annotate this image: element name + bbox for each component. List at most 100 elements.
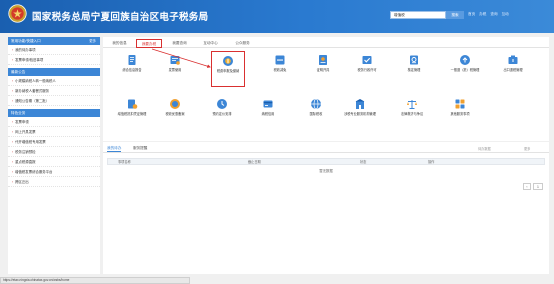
sidebar-section-title: 特色业务: [11, 111, 26, 115]
tile-invoice[interactable]: 发票使用: [158, 51, 192, 87]
tax-emblem-icon: [8, 4, 27, 23]
tile-label: 税收优惠备案: [165, 112, 185, 116]
service-tabs: 我的信息 我要办税 我要查询 互动中心 公众服务: [103, 37, 549, 48]
sidebar-item[interactable]: 跨区迁出: [8, 177, 100, 187]
sidebar-item[interactable]: 我的待办事项: [8, 45, 100, 55]
sidebar-item[interactable]: 通知公告期（第二批）: [8, 96, 100, 106]
column-header: 状态: [360, 160, 367, 164]
sidebar-item[interactable]: 代开增值税专用发票: [8, 137, 100, 147]
todo-tabs: 我的待办 服务提醒 待办数据 更多: [103, 142, 549, 153]
header-link-query[interactable]: 查询: [490, 12, 497, 17]
sidebar-section-header: 最新公告: [8, 68, 100, 76]
vat-deduction-icon: [128, 99, 138, 109]
tab-my-info[interactable]: 我的信息: [107, 39, 132, 48]
tile-label: 预约定价安排: [212, 112, 232, 116]
tile-tax-preference[interactable]: 税收优惠备案: [158, 95, 192, 131]
sidebar-item[interactable]: 税务注销预检: [8, 147, 100, 157]
international-icon: [311, 98, 321, 110]
service-panel: 我的信息 我要办税 我要查询 互动中心 公众服务 综合信息报告 发票使用 税费申…: [103, 37, 549, 141]
report-icon: [128, 55, 136, 65]
sidebar-item[interactable]: 新办纳税人套餐式服务: [8, 86, 100, 96]
more-link[interactable]: 更多: [524, 146, 530, 151]
tile-tax-reduction[interactable]: 税收减免: [263, 51, 297, 87]
tile-label: 涉税专业服务机构管理: [344, 112, 376, 116]
sidebar-item[interactable]: 重点税源直报: [8, 157, 100, 167]
sidebar-section-header: 常用功能/快捷入口 更多: [8, 37, 100, 45]
table-header: 事项名称 截止日期 状态 操作: [107, 158, 545, 165]
tax-preference-icon: [170, 99, 180, 109]
tile-label: 纳税信用: [261, 112, 275, 116]
search-button[interactable]: 搜索: [446, 11, 464, 19]
sidebar-section-header: 特色业务: [8, 109, 100, 117]
sidebar-item[interactable]: 小规模纳税人转一般纳税人: [8, 76, 100, 86]
sidebar-item[interactable]: 网上开具发票: [8, 127, 100, 137]
tile-label: 综合信息报告: [122, 68, 142, 72]
sidebar-section-title: 常用功能/快捷入口: [11, 39, 41, 43]
tile-verification[interactable]: 核定管理: [397, 51, 431, 87]
site-title: 国家税务总局宁夏回族自治区电子税务局: [32, 12, 209, 23]
tile-label: 国际税收: [309, 112, 323, 116]
header-nav: 首页 办税 查询 互动: [468, 12, 509, 17]
tile-report[interactable]: 综合信息报告: [115, 51, 149, 87]
invoice-icon: [170, 56, 180, 65]
tile-label: 税务行政许可: [357, 68, 377, 72]
tile-tax-filing[interactable]: 税费申报及缴纳: [211, 51, 245, 87]
refund-icon: [460, 55, 470, 65]
sidebar-item[interactable]: 增值税发票综合服务平台: [8, 167, 100, 177]
column-header: 事项名称: [118, 160, 131, 164]
verification-icon: [410, 55, 418, 65]
empty-state-text: 暂无数据: [319, 169, 333, 173]
tile-label: 证明开具: [316, 68, 330, 72]
column-header: 操作: [428, 160, 435, 164]
header-link-home[interactable]: 首页: [468, 12, 475, 17]
other-services-icon: [455, 99, 465, 109]
tile-agency[interactable]: 涉税专业服务机构管理: [343, 95, 377, 131]
tile-label: 其他服务事项: [450, 112, 470, 116]
tax-reduction-icon: [275, 55, 285, 65]
tile-vat-deduction[interactable]: 增值税抵扣凭证管理: [115, 95, 149, 131]
todo-panel: 我的待办 服务提醒 待办数据 更多 事项名称 截止日期 状态 操作 暂无数据 ‹…: [103, 142, 549, 274]
tab-interaction-center[interactable]: 互动中心: [198, 39, 223, 48]
prev-page-button[interactable]: ‹: [523, 183, 531, 190]
tile-label: 增值税抵扣凭证管理: [117, 112, 147, 116]
export-refund-icon: [508, 55, 518, 64]
tile-legal[interactable]: 法律救济与争议: [395, 95, 429, 131]
legal-icon: [407, 100, 417, 109]
tab-tax-handling[interactable]: 我要办税: [136, 39, 162, 48]
tile-label: 核定管理: [407, 68, 421, 72]
tile-label: 一般退（抵）税管理: [450, 68, 480, 72]
tile-certificate[interactable]: 证明开具: [306, 51, 340, 87]
site-header: 国家税务总局宁夏回族自治区电子税务局 增值税 搜索 首页 办税 查询 互动: [0, 0, 554, 33]
certificate-icon: [319, 55, 327, 65]
tile-credit[interactable]: 纳税信用: [251, 95, 285, 131]
tab-public-service[interactable]: 公众服务: [230, 39, 255, 48]
browser-status-bar: https://etax.ningxia.chinatax.gov.cn/wsb…: [0, 277, 190, 284]
tab-my-todo[interactable]: 我的待办: [107, 145, 122, 152]
tab-service-reminder[interactable]: 服务提醒: [133, 145, 147, 151]
tile-license[interactable]: 税务行政许可: [350, 51, 384, 87]
tax-filing-icon: [223, 56, 233, 66]
tile-label: 法律救济与争议: [400, 112, 424, 116]
sidebar-section-title: 最新公告: [11, 70, 26, 74]
pricing-icon: [217, 99, 227, 109]
sidebar-item[interactable]: 发票申领/验旧事项: [8, 55, 100, 65]
agency-icon: [355, 99, 365, 109]
tile-label: 出口退税管理: [503, 68, 523, 72]
more-link[interactable]: 更多: [89, 37, 96, 45]
header-link-interact[interactable]: 互动: [502, 12, 509, 17]
search-input[interactable]: 增值税: [390, 11, 446, 19]
credit-icon: [263, 100, 273, 108]
tile-pricing[interactable]: 预约定价安排: [205, 95, 239, 131]
sidebar: 常用功能/快捷入口 更多 我的待办事项 发票申领/验旧事项 最新公告 小规模纳税…: [8, 37, 100, 274]
sidebar-item[interactable]: 发票申领: [8, 117, 100, 127]
tile-export-refund[interactable]: 出口退税管理: [496, 51, 530, 87]
tile-label: 发票使用: [168, 68, 182, 72]
tile-other-services[interactable]: 其他服务事项: [443, 95, 477, 131]
column-header: 截止日期: [248, 160, 261, 164]
page-number-button[interactable]: 1: [533, 183, 543, 190]
tile-refund[interactable]: 一般退（抵）税管理: [448, 51, 482, 87]
header-link-tax[interactable]: 办税: [479, 12, 486, 17]
tab-query[interactable]: 我要查询: [167, 39, 192, 48]
license-icon: [362, 56, 372, 64]
tile-international[interactable]: 国际税收: [299, 95, 333, 131]
